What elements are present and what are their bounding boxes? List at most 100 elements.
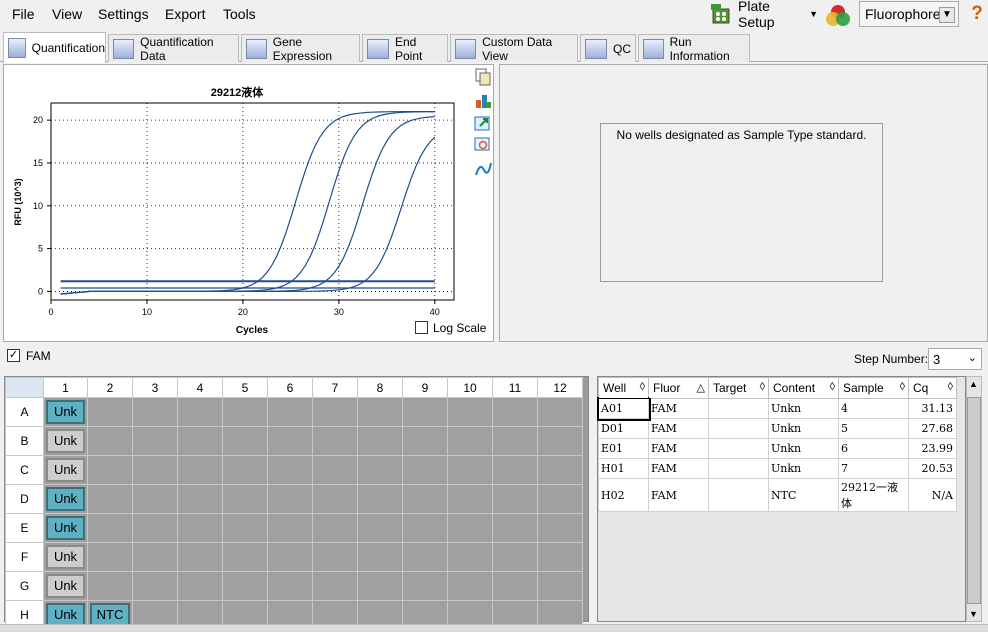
plate-well[interactable] [357,455,403,485]
plate-well[interactable] [402,484,448,514]
table-cell[interactable]: 5 [838,418,909,439]
plate-well[interactable] [267,513,313,543]
scroll-down-icon[interactable]: ▼ [969,609,978,619]
plate-well[interactable] [222,542,268,572]
column-header[interactable]: Well ◊ [598,377,649,399]
tab-run-information[interactable]: Run Information [638,34,750,63]
plate-well[interactable] [357,513,403,543]
plate-corner[interactable] [5,377,44,398]
plate-well[interactable] [177,455,223,485]
scrollbar-thumb[interactable] [967,397,981,604]
table-cell[interactable]: 6 [838,438,909,459]
plate-well[interactable]: Unk [43,513,88,543]
plate-well[interactable] [492,484,538,514]
plate-well[interactable] [312,484,358,514]
plate-well[interactable] [492,397,538,427]
plate-row-header[interactable]: E [5,513,44,543]
plate-well[interactable] [492,455,538,485]
fluorophore-select[interactable]: Fluorophore ▼ [859,1,959,27]
plate-well[interactable]: Unk [43,571,88,601]
plate-well[interactable] [267,426,313,456]
plate-well[interactable] [267,571,313,601]
plate-well[interactable] [537,571,583,601]
fluorophore-icon[interactable] [824,2,852,28]
plate-column-header[interactable]: 1 [43,377,88,398]
plate-column-header[interactable]: 4 [177,377,223,398]
tab-qc[interactable]: QC [580,34,636,62]
table-cell[interactable]: NTC [768,478,839,512]
plate-well[interactable] [357,397,403,427]
plate-well[interactable] [222,455,268,485]
menu-tools[interactable]: Tools [223,6,256,22]
table-cell[interactable]: 4 [838,398,909,419]
help-icon[interactable]: ? [968,3,986,25]
plate-well[interactable] [537,455,583,485]
log-scale-checkbox[interactable] [415,321,428,334]
plate-column-header[interactable]: 10 [447,377,493,398]
plate-well[interactable] [87,484,133,514]
step-number-select[interactable]: 3 ⌄ [928,348,982,370]
plate-well[interactable] [267,542,313,572]
plate-well[interactable] [402,571,448,601]
plate-well[interactable] [537,542,583,572]
plate-well[interactable] [132,455,178,485]
plate-row-header[interactable]: C [5,455,44,485]
plate-setup-button[interactable]: Plate Setup ▼ [710,0,818,30]
column-header[interactable]: Content ◊ [768,377,839,399]
plate-well[interactable] [132,542,178,572]
plate-well[interactable] [177,397,223,427]
plate-well[interactable] [87,455,133,485]
scroll-up-icon[interactable]: ▲ [969,379,978,389]
plate-well[interactable]: Unk [43,397,88,427]
plate-well[interactable]: Unk [43,484,88,514]
tab-end-point[interactable]: End Point [362,34,448,63]
table-cell[interactable]: E01 [598,438,649,459]
plate-well[interactable] [222,426,268,456]
plate-well[interactable] [177,513,223,543]
plate-well[interactable] [402,397,448,427]
plate-well[interactable] [132,397,178,427]
plate-well[interactable] [87,397,133,427]
column-header[interactable]: Fluor △ [648,377,709,399]
plate-well[interactable] [402,542,448,572]
plate-column-header[interactable]: 6 [267,377,313,398]
plate-well[interactable] [537,484,583,514]
plate-well[interactable] [267,455,313,485]
plate-well[interactable] [132,426,178,456]
plate-well[interactable] [492,513,538,543]
table-cell[interactable] [708,438,769,459]
plate-well[interactable] [312,426,358,456]
menu-settings[interactable]: Settings [98,6,149,22]
copy-icon[interactable] [474,68,492,86]
plate-well[interactable] [267,397,313,427]
table-cell[interactable]: FAM [648,458,709,479]
plate-well[interactable]: Unk [43,426,88,456]
table-cell[interactable]: Unkn [768,418,839,439]
plate-well[interactable] [177,484,223,514]
plate-well[interactable] [447,484,493,514]
table-cell[interactable] [708,478,769,512]
column-header[interactable]: Sample ◊ [838,377,909,399]
table-cell[interactable]: 23.99 [908,438,957,459]
table-cell[interactable]: FAM [648,418,709,439]
plate-well[interactable] [222,513,268,543]
plate-well[interactable] [492,571,538,601]
plate-well[interactable] [222,484,268,514]
plate-row-header[interactable]: F [5,542,44,572]
menu-view[interactable]: View [52,6,82,22]
table-row[interactable]: A01 FAM Unkn 4 31.13 [596,396,957,421]
plate-well[interactable] [447,455,493,485]
chart-options-icon[interactable] [474,91,492,109]
plate-well[interactable] [357,484,403,514]
plate-well[interactable] [447,542,493,572]
table-cell[interactable]: Unkn [768,438,839,459]
plate-well[interactable] [537,397,583,427]
plate-column-header[interactable]: 11 [492,377,538,398]
table-cell[interactable] [708,398,769,419]
plate-row-header[interactable]: B [5,426,44,456]
table-cell[interactable]: Unkn [768,458,839,479]
table-cell[interactable]: 29212一液体 [838,478,909,512]
table-row[interactable]: D01 FAM Unkn 5 27.68 [598,418,957,439]
trace-styles-icon[interactable] [474,160,492,178]
table-cell[interactable]: 27.68 [908,418,957,439]
